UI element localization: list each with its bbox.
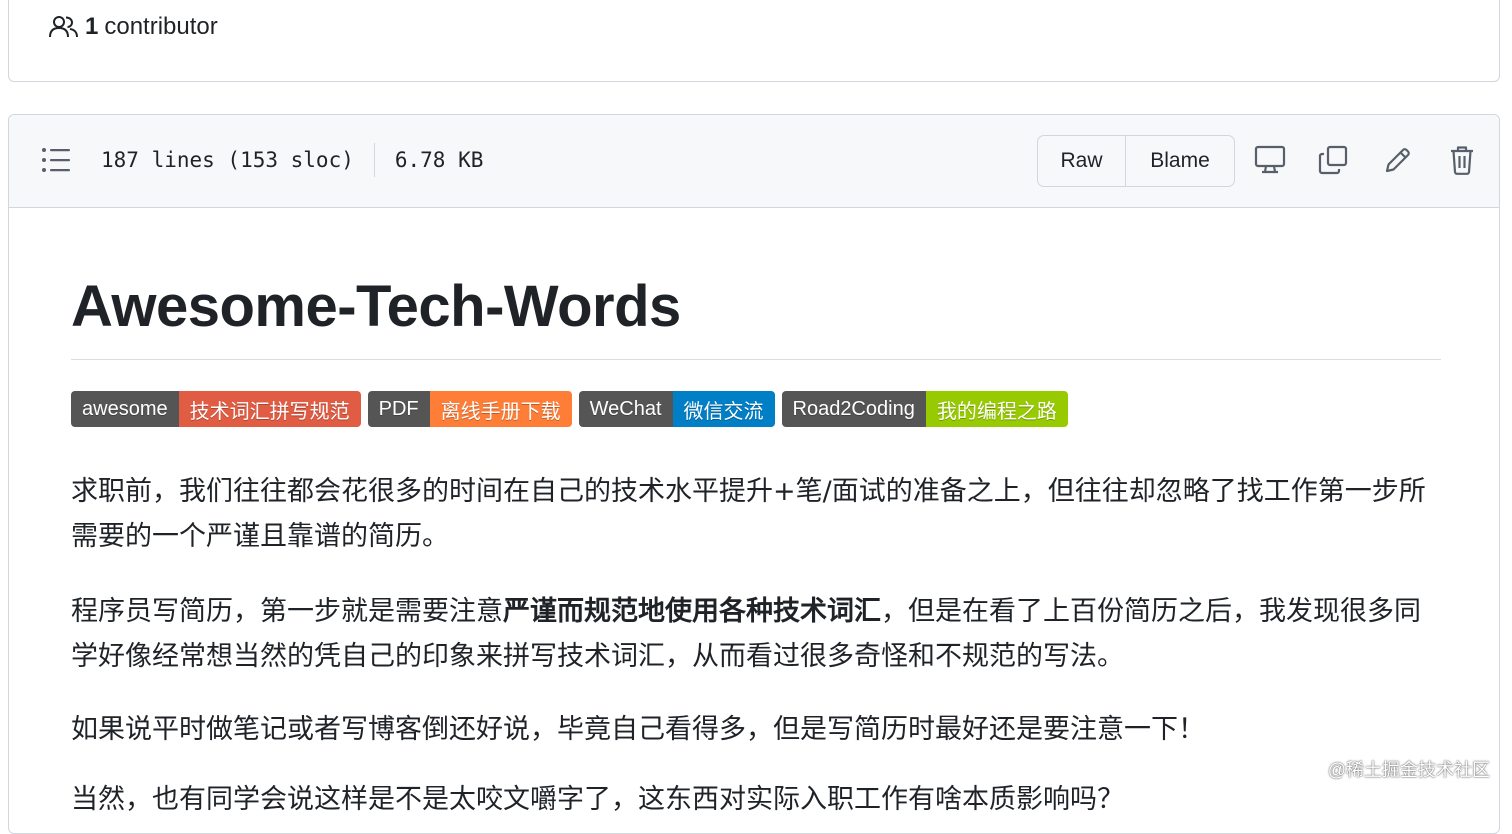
- paragraph-4: 当然，也有同学会说这样是不是太咬文嚼字了，这东西对实际入职工作有啥本质影响吗？: [71, 784, 1124, 815]
- raw-blame-group: Raw Blame: [1037, 135, 1235, 187]
- line-count: 187 lines (153 sloc): [101, 148, 354, 172]
- badge-label: Road2Coding: [781, 391, 926, 427]
- badge-pdf[interactable]: PDF 离线手册下载: [367, 391, 572, 427]
- badge-message: 微信交流: [672, 391, 775, 427]
- blame-button[interactable]: Blame: [1126, 136, 1234, 186]
- people-icon: [49, 16, 78, 38]
- watermark: @稀土掘金技术社区: [1327, 760, 1490, 780]
- delete-button[interactable]: [1445, 143, 1479, 177]
- badge-label: WeChat: [578, 391, 673, 427]
- contributor-label: contributor: [104, 13, 218, 40]
- page-title: Awesome-Tech-Words: [71, 274, 681, 339]
- pencil-icon: [1385, 148, 1410, 173]
- title-divider: [71, 359, 1441, 360]
- display-rendered-button[interactable]: [1253, 143, 1287, 177]
- paragraph-2: 程序员写简历，第一步就是需要注意严谨而规范地使用各种技术词汇，但是在看了上百份简…: [71, 589, 1431, 679]
- file-info: 187 lines (153 sloc) 6.78 KB: [101, 143, 483, 177]
- badge-message: 我的编程之路: [925, 391, 1068, 427]
- paragraph-3: 如果说平时做笔记或者写博客倒还好说，毕竟自己看得多，但是写简历时最好还是要注意一…: [71, 714, 1205, 745]
- copy-button[interactable]: [1316, 143, 1350, 177]
- badge-message: 离线手册下载: [429, 391, 572, 427]
- copy-icon: [1318, 145, 1348, 175]
- badge-awesome[interactable]: awesome 技术词汇拼写规范: [71, 391, 361, 427]
- trash-icon: [1451, 146, 1473, 175]
- file-header: 187 lines (153 sloc) 6.78 KB Raw Blame: [9, 115, 1499, 208]
- paragraph-2-start: 程序员写简历，第一步就是需要注意: [71, 596, 503, 627]
- raw-button[interactable]: Raw: [1038, 136, 1126, 186]
- badge-label: PDF: [367, 391, 430, 427]
- badge-label: awesome: [71, 391, 179, 427]
- paragraph-1: 求职前，我们往往都会花很多的时间在自己的技术水平提升+笔/面试的准备之上，但往往…: [71, 476, 1426, 552]
- contributors-box: 1 contributor: [8, 0, 1500, 82]
- contributor-count: 1: [85, 13, 99, 40]
- file-viewer: 187 lines (153 sloc) 6.78 KB Raw Blame A…: [8, 114, 1500, 834]
- badge-road2coding[interactable]: Road2Coding 我的编程之路: [781, 391, 1068, 427]
- badge-row: awesome 技术词汇拼写规范 PDF 离线手册下载 WeChat 微信交流 …: [71, 391, 1068, 427]
- badge-message: 技术词汇拼写规范: [178, 391, 361, 427]
- device-desktop-icon: [1254, 145, 1286, 174]
- file-size: 6.78 KB: [394, 148, 484, 172]
- edit-button[interactable]: [1381, 143, 1415, 177]
- list-unordered-icon[interactable]: [41, 147, 71, 173]
- contributors-summary[interactable]: 1 contributor: [49, 11, 218, 43]
- paragraph-2-bold: 严谨而规范地使用各种技术词汇: [503, 596, 881, 627]
- info-divider: [373, 143, 375, 177]
- badge-wechat[interactable]: WeChat 微信交流: [578, 391, 775, 427]
